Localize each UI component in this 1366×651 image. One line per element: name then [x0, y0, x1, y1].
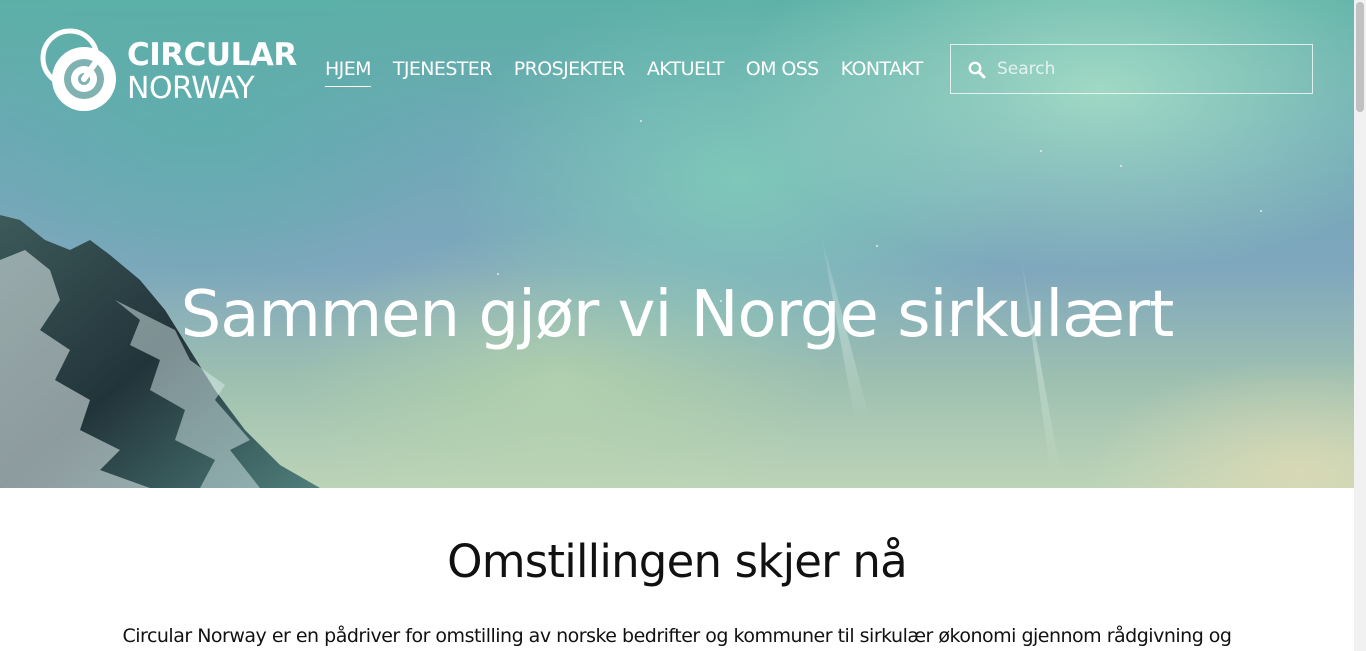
- brand-name-line2: NORWAY: [127, 71, 255, 106]
- star: [1260, 210, 1262, 212]
- scrollbar-thumb[interactable]: [1356, 2, 1364, 112]
- search-icon[interactable]: [967, 60, 987, 80]
- section-heading: Omstillingen skjer nå: [447, 535, 908, 588]
- star: [1120, 165, 1122, 167]
- page-scrollbar[interactable]: [1354, 0, 1366, 651]
- brand-wordmark: CIRCULAR NORWAY: [127, 40, 297, 104]
- nav-item-om-oss[interactable]: OM OSS: [746, 57, 819, 87]
- brand-name-line1: CIRCULAR: [127, 37, 297, 73]
- search-box[interactable]: [950, 44, 1313, 94]
- nav-item-aktuelt[interactable]: AKTUELT: [647, 57, 724, 87]
- nav-item-hjem[interactable]: HJEM: [325, 57, 371, 87]
- page: CIRCULAR NORWAY HJEM TJENESTER PROSJEKTE…: [0, 0, 1366, 651]
- nav-item-kontakt[interactable]: KONTAKT: [841, 57, 924, 87]
- nav-item-tjenester[interactable]: TJENESTER: [393, 57, 493, 87]
- nav-item-prosjekter[interactable]: PROSJEKTER: [514, 57, 626, 87]
- star: [1040, 150, 1042, 152]
- circular-rings-icon: [40, 28, 116, 111]
- star: [497, 273, 499, 275]
- star: [876, 245, 878, 247]
- main-nav: HJEM TJENESTER PROSJEKTER AKTUELT OM OSS…: [325, 57, 923, 87]
- hero-banner: CIRCULAR NORWAY HJEM TJENESTER PROSJEKTE…: [0, 0, 1354, 488]
- intro-paragraph: Circular Norway er en pådriver for omsti…: [122, 625, 1232, 647]
- hero-title: Sammen gjør vi Norge sirkulært: [180, 278, 1175, 352]
- star: [640, 120, 642, 122]
- search-input[interactable]: [997, 45, 1297, 93]
- logo-link[interactable]: CIRCULAR NORWAY: [40, 28, 297, 114]
